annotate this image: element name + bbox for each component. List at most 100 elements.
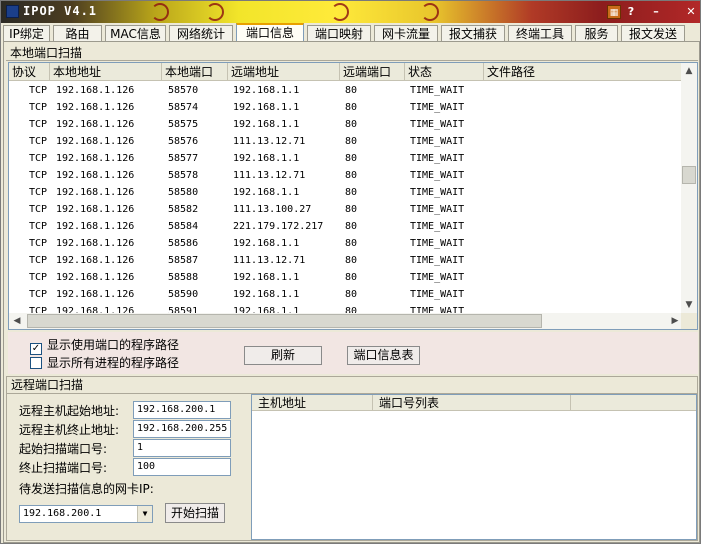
row-local-address: 192.168.1.126 xyxy=(56,289,135,300)
help-icon[interactable]: ? xyxy=(624,5,638,19)
tab-route[interactable]: 路由 xyxy=(53,25,102,42)
table-row[interactable]: TCP 192.168.1.126 58591 192.168.1.1 80 TIME_W… xyxy=(9,303,683,313)
tab-network-stats[interactable]: 网络统计 xyxy=(169,25,233,42)
row-local-address: 192.168.1.126 xyxy=(56,187,135,198)
start-scan-button[interactable]: 开始扫描 xyxy=(165,503,225,523)
scan-result-list[interactable]: 主机地址 端口号列表 xyxy=(251,394,697,540)
list-header: 主机地址 端口号列表 xyxy=(252,395,696,411)
row-protocol: TCP xyxy=(29,187,48,198)
checkbox-unchecked-icon[interactable] xyxy=(30,357,42,369)
row-protocol: TCP xyxy=(29,119,48,130)
row-protocol: TCP xyxy=(29,85,48,96)
row-remote-address: 111.13.12.71 xyxy=(233,255,306,266)
list-header: 协议 本地地址 本地端口 远端地址 远端端口 状态 文件路径 xyxy=(9,63,683,81)
scroll-left-icon[interactable]: ◀ xyxy=(9,313,25,329)
table-row[interactable]: TCP 192.168.1.126 58590 192.168.1.1 80 TIME_W… xyxy=(9,286,683,303)
row-local-address: 192.168.1.126 xyxy=(56,102,135,113)
row-remote-port: 80 xyxy=(345,272,358,283)
vertical-scrollbar[interactable]: ▲ ▼ xyxy=(681,63,697,313)
column-header-remote-address[interactable]: 远端地址 xyxy=(228,63,340,81)
tab-terminal-tools[interactable]: 终端工具 xyxy=(508,25,572,42)
column-header-local-port[interactable]: 本地端口 xyxy=(162,63,228,81)
row-protocol: TCP xyxy=(29,238,48,249)
tab-port-mapping[interactable]: 端口映射 xyxy=(307,25,371,42)
tab-ip-bind[interactable]: IP绑定 xyxy=(3,25,50,42)
nic-ip-select[interactable]: 192.168.200.1 ▼ xyxy=(19,505,153,523)
row-local-address: 192.168.1.126 xyxy=(56,85,135,96)
column-header-state[interactable]: 状态 xyxy=(405,63,484,81)
row-remote-port: 80 xyxy=(345,85,358,96)
column-header-port-list[interactable]: 端口号列表 xyxy=(373,395,571,411)
show-program-path-checkbox[interactable]: ✓ 显示使用端口的程序路径 xyxy=(30,337,179,355)
scrollbar-thumb[interactable] xyxy=(27,314,542,328)
horizontal-scrollbar[interactable]: ◀ ▶ xyxy=(9,313,683,329)
row-remote-address: 192.168.1.1 xyxy=(233,272,300,283)
ornament-swirl-icon xyxy=(151,3,169,21)
tab-services[interactable]: 服务 xyxy=(575,25,618,42)
row-remote-port: 80 xyxy=(345,153,358,164)
minimize-icon[interactable]: – xyxy=(649,5,663,19)
table-row[interactable]: TCP 192.168.1.126 58587 111.13.12.71 80 TIME_… xyxy=(9,252,683,269)
chevron-down-icon[interactable]: ▼ xyxy=(137,506,152,522)
scroll-down-icon[interactable]: ▼ xyxy=(681,297,697,313)
refresh-button[interactable]: 刷新 xyxy=(244,346,322,365)
row-remote-address: 192.168.1.1 xyxy=(233,119,300,130)
row-remote-address: 192.168.1.1 xyxy=(233,289,300,300)
column-header-local-address[interactable]: 本地地址 xyxy=(50,63,162,81)
end-port-input[interactable]: 100 xyxy=(133,458,231,476)
tab-packet-capture[interactable]: 报文捕获 xyxy=(441,25,505,42)
local-port-scan-group: 本地端口扫描 协议 本地地址 本地端口 远端地址 远端端口 状态 文件路径 TC… xyxy=(6,44,698,374)
row-local-port: 58584 xyxy=(168,221,199,232)
row-remote-port: 80 xyxy=(345,221,358,232)
local-port-list[interactable]: 协议 本地地址 本地端口 远端地址 远端端口 状态 文件路径 TCP 192.16… xyxy=(8,62,698,330)
row-local-address: 192.168.1.126 xyxy=(56,119,135,130)
table-row[interactable]: TCP 192.168.1.126 58588 192.168.1.1 80 TIME_W… xyxy=(9,269,683,286)
tab-nic-traffic[interactable]: 网卡流量 xyxy=(374,25,438,42)
app-window: IPOP V4.1 ▦ ? – ✕ IP绑定 路由 MAC信息 网络统计 端口信… xyxy=(0,0,701,544)
divider xyxy=(6,60,698,61)
scroll-up-icon[interactable]: ▲ xyxy=(681,63,697,79)
row-remote-port: 80 xyxy=(345,136,358,147)
tab-mac-info[interactable]: MAC信息 xyxy=(105,25,166,42)
row-state: TIME_WAIT xyxy=(410,221,465,232)
end-host-label: 远程主机终止地址: xyxy=(19,423,120,437)
start-port-input[interactable]: 1 xyxy=(133,439,231,457)
table-row[interactable]: TCP 192.168.1.126 58586 192.168.1.1 80 TIME_W… xyxy=(9,235,683,252)
row-local-port: 58580 xyxy=(168,187,199,198)
tab-bar: IP绑定 路由 MAC信息 网络统计 端口信息 端口映射 网卡流量 报文捕获 终… xyxy=(3,23,700,43)
tab-packet-send[interactable]: 报文发送 xyxy=(621,25,685,42)
table-row[interactable]: TCP 192.168.1.126 58570 192.168.1.1 80 TIME_W… xyxy=(9,82,683,99)
table-row[interactable]: TCP 192.168.1.126 58577 192.168.1.1 80 TIME_W… xyxy=(9,150,683,167)
row-protocol: TCP xyxy=(29,221,48,232)
row-remote-port: 80 xyxy=(345,306,358,313)
column-header-file-path[interactable]: 文件路径 xyxy=(484,63,683,81)
table-row[interactable]: TCP 192.168.1.126 58578 111.13.12.71 80 TIME_… xyxy=(9,167,683,184)
table-row[interactable]: TCP 192.168.1.126 58582 111.13.100.27 80 TIME… xyxy=(9,201,683,218)
checkbox-checked-icon[interactable]: ✓ xyxy=(30,343,42,355)
port-info-panel: 本地端口扫描 协议 本地地址 本地端口 远端地址 远端端口 状态 文件路径 TC… xyxy=(3,41,700,543)
port-info-table-button[interactable]: 端口信息表 xyxy=(347,346,420,365)
column-header-host-address[interactable]: 主机地址 xyxy=(252,395,373,411)
column-header-protocol[interactable]: 协议 xyxy=(9,63,50,81)
table-row[interactable]: TCP 192.168.1.126 58575 192.168.1.1 80 TIME_W… xyxy=(9,116,683,133)
show-all-processes-checkbox[interactable]: 显示所有进程的程序路径 xyxy=(30,355,179,371)
row-local-port: 58590 xyxy=(168,289,199,300)
table-row[interactable]: TCP 192.168.1.126 58584 221.179.172.217 80 TI… xyxy=(9,218,683,235)
close-icon[interactable]: ✕ xyxy=(684,5,698,19)
row-local-port: 58577 xyxy=(168,153,199,164)
row-remote-address: 192.168.1.1 xyxy=(233,238,300,249)
tab-port-info[interactable]: 端口信息 xyxy=(236,23,304,43)
row-remote-port: 80 xyxy=(345,170,358,181)
system-menu-icon[interactable]: ▦ xyxy=(607,5,621,19)
nic-ip-value: 192.168.200.1 xyxy=(23,508,102,519)
row-local-port: 58586 xyxy=(168,238,199,249)
window-title: IPOP V4.1 xyxy=(23,4,98,18)
table-row[interactable]: TCP 192.168.1.126 58580 192.168.1.1 80 TIME_W… xyxy=(9,184,683,201)
start-host-input[interactable]: 192.168.200.1 xyxy=(133,401,231,419)
table-row[interactable]: TCP 192.168.1.126 58576 111.13.12.71 80 TIME_… xyxy=(9,133,683,150)
column-header-remote-port[interactable]: 远端端口 xyxy=(340,63,405,81)
end-host-input[interactable]: 192.168.200.255 xyxy=(133,420,231,438)
scrollbar-thumb[interactable] xyxy=(682,166,696,184)
title-bar[interactable]: IPOP V4.1 ▦ ? – ✕ xyxy=(1,1,700,23)
table-row[interactable]: TCP 192.168.1.126 58574 192.168.1.1 80 TIME_W… xyxy=(9,99,683,116)
